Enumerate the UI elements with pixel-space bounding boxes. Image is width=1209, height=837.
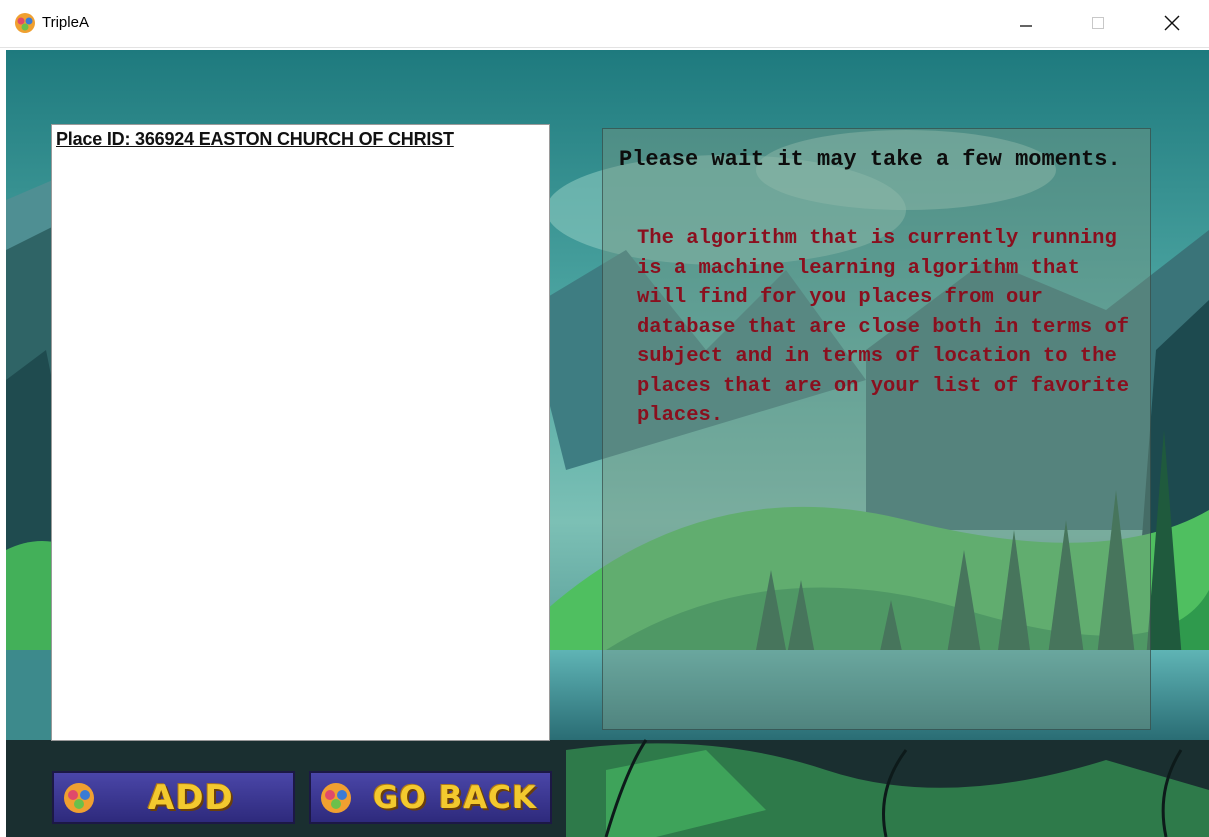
app-logo-icon (321, 782, 351, 813)
maximize-icon (1092, 17, 1104, 29)
minimize-icon (1020, 25, 1032, 27)
close-icon (1164, 15, 1180, 31)
close-button[interactable] (1136, 0, 1208, 46)
title-bar: TripleA (0, 0, 1209, 48)
add-button[interactable]: ADD (52, 771, 295, 824)
app-logo-icon (64, 782, 94, 813)
add-button-label: ADD (148, 777, 234, 818)
list-item[interactable]: Place ID: 366924 EASTON CHURCH OF CHRIST (56, 129, 454, 150)
info-panel: Please wait it may take a few moments. T… (602, 128, 1151, 730)
go-back-button-label: GO BACK (373, 779, 537, 816)
maximize-button[interactable] (1062, 0, 1134, 46)
window-title: TripleA (42, 14, 89, 31)
go-back-button[interactable]: GO BACK (309, 771, 552, 824)
app-logo-icon (15, 13, 35, 33)
minimize-button[interactable] (990, 0, 1062, 46)
places-listbox[interactable]: Place ID: 366924 EASTON CHURCH OF CHRIST (51, 124, 550, 741)
algorithm-description: The algorithm that is currently running … (637, 227, 1130, 427)
wait-heading: Please wait it may take a few moments. (619, 147, 1121, 172)
